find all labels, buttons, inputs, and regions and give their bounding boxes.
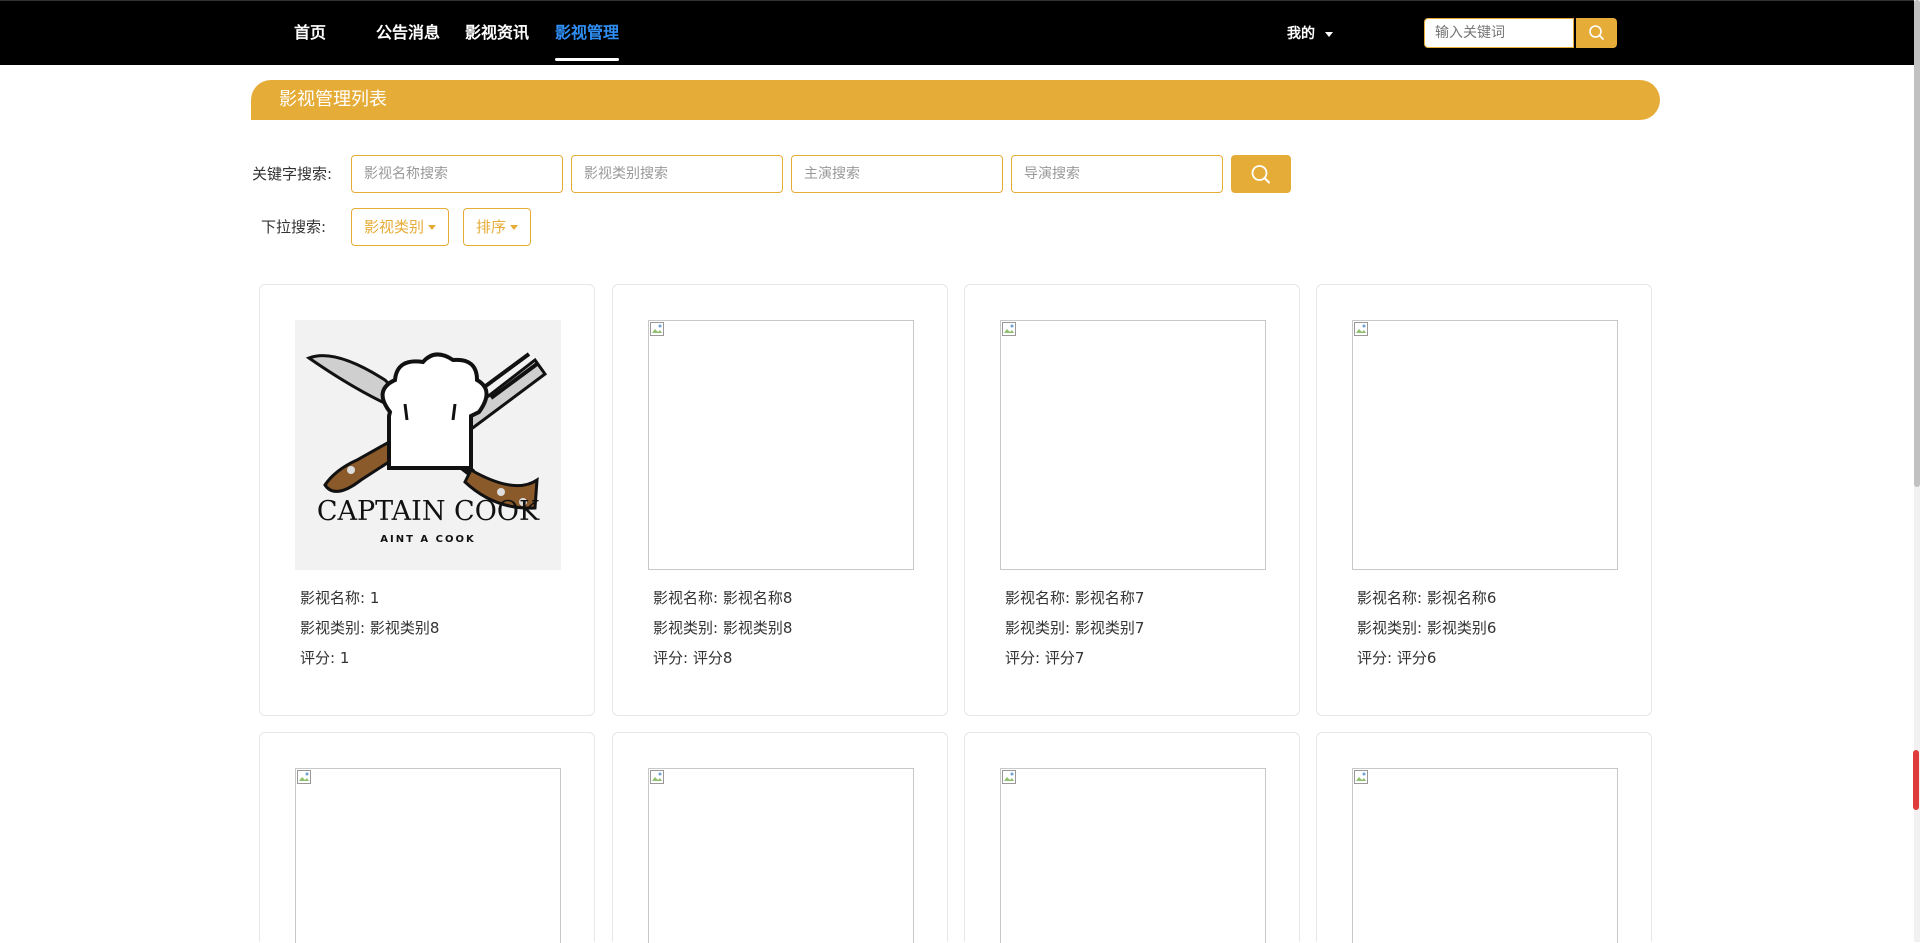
scroll-indicator	[1913, 750, 1919, 810]
nav-item-home[interactable]: 首页	[294, 19, 326, 47]
user-menu-label: 我的	[1287, 26, 1315, 42]
movie-card[interactable]: CAPTAIN COOK AINT A COOK 影视名称: 1 影视类别: 影…	[259, 284, 595, 716]
keyword-search-label: 关键字搜索:	[252, 165, 333, 183]
section-title: 影视管理列表	[279, 89, 387, 110]
active-tab-indicator	[555, 58, 619, 61]
movie-type-label: 影视类别: 影视类别8	[300, 619, 440, 637]
movie-name-label: 影视名称: 影视名称7	[1005, 589, 1145, 607]
movie-card[interactable]	[612, 732, 948, 943]
logo-main-text: CAPTAIN COOK	[317, 496, 540, 527]
sort-dropdown[interactable]: 排序	[463, 208, 532, 246]
broken-image-icon	[297, 770, 311, 784]
movie-poster	[1000, 320, 1266, 570]
movie-poster	[1352, 768, 1618, 943]
movie-name-label: 影视名称: 1	[300, 589, 380, 607]
broken-image-icon	[650, 770, 664, 784]
movie-name-search-input[interactable]	[351, 155, 563, 193]
logo-sub-text: AINT A COOK	[380, 534, 475, 545]
broken-image-icon	[1002, 322, 1016, 336]
search-icon	[1251, 165, 1270, 184]
scrollbar-thumb[interactable]	[1914, 0, 1920, 487]
movie-card[interactable]	[964, 732, 1300, 943]
movie-poster	[648, 320, 914, 570]
sort-dropdown-label: 排序	[476, 218, 507, 236]
caret-down-icon	[428, 225, 437, 230]
movie-type-dropdown[interactable]: 影视类别	[351, 208, 450, 246]
movie-card[interactable]: 影视名称: 影视名称8 影视类别: 影视类别8 评分: 评分8	[612, 284, 948, 716]
section-banner: 影视管理列表	[251, 80, 1660, 120]
movie-type-label: 影视类别: 影视类别6	[1357, 619, 1497, 637]
movie-poster	[1000, 768, 1266, 943]
movie-card[interactable]: 影视名称: 影视名称6 影视类别: 影视类别6 评分: 评分6	[1316, 284, 1652, 716]
broken-image-icon	[650, 322, 664, 336]
movie-type-label: 影视类别: 影视类别7	[1005, 619, 1145, 637]
movie-score-label: 评分: 1	[300, 649, 350, 667]
movie-type-label: 影视类别: 影视类别8	[653, 619, 793, 637]
nav-item-announcements[interactable]: 公告消息	[376, 19, 440, 47]
dropdown-search-label: 下拉搜索:	[261, 218, 327, 236]
movie-card[interactable]	[1316, 732, 1652, 943]
nav-item-movie-management[interactable]: 影视管理	[555, 19, 619, 47]
search-icon	[1589, 25, 1604, 40]
caret-down-icon	[510, 225, 519, 230]
caret-down-icon	[1325, 31, 1333, 37]
top-search-input[interactable]	[1424, 18, 1574, 48]
movie-poster: CAPTAIN COOK AINT A COOK	[295, 320, 561, 570]
movie-name-label: 影视名称: 影视名称8	[653, 589, 793, 607]
movie-score-label: 评分: 评分6	[1357, 649, 1437, 667]
movie-type-dropdown-label: 影视类别	[364, 218, 425, 236]
actor-search-input[interactable]	[791, 155, 1003, 193]
movie-card[interactable]	[259, 732, 595, 943]
movie-score-label: 评分: 评分7	[1005, 649, 1085, 667]
movie-name-label: 影视名称: 影视名称6	[1357, 589, 1497, 607]
user-menu-dropdown[interactable]: 我的	[1287, 21, 1333, 47]
broken-image-icon	[1002, 770, 1016, 784]
search-button[interactable]	[1231, 155, 1291, 193]
broken-image-icon	[1354, 770, 1368, 784]
broken-image-icon	[1354, 322, 1368, 336]
movie-poster	[648, 768, 914, 943]
director-search-input[interactable]	[1011, 155, 1223, 193]
nav-item-news[interactable]: 影视资讯	[465, 19, 529, 47]
movie-card[interactable]: 影视名称: 影视名称7 影视类别: 影视类别7 评分: 评分7	[964, 284, 1300, 716]
captain-cook-logo-image: CAPTAIN COOK AINT A COOK	[305, 352, 548, 545]
movie-poster	[295, 768, 561, 943]
movie-type-search-input[interactable]	[571, 155, 783, 193]
movie-poster	[1352, 320, 1618, 570]
top-navbar: 首页 公告消息 影视资讯 影视管理 我的	[0, 0, 1914, 65]
movie-score-label: 评分: 评分8	[653, 649, 733, 667]
top-search-button[interactable]	[1576, 18, 1617, 48]
